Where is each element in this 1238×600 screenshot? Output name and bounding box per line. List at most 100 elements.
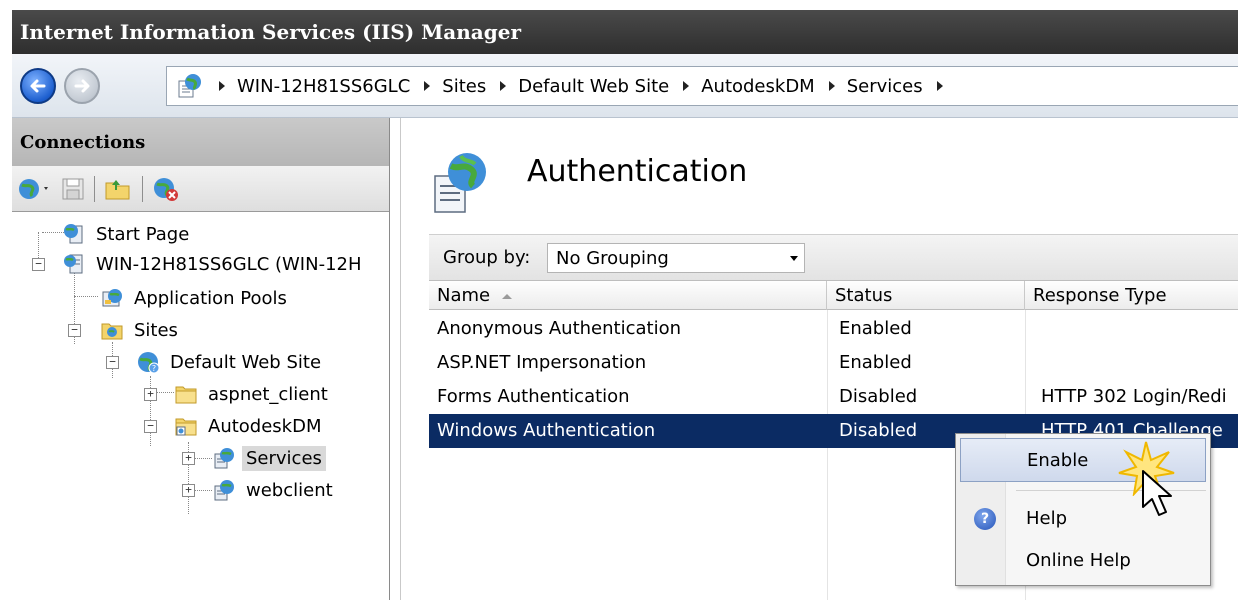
toolbar-divider xyxy=(94,176,95,202)
cell-name: Forms Authentication xyxy=(437,386,630,407)
cell-status: Enabled xyxy=(839,352,912,373)
cell-name: ASP.NET Impersonation xyxy=(437,352,647,373)
address-bar[interactable]: WIN-12H81SS6GLC Sites Default Web Site A… xyxy=(166,66,1238,106)
breadcrumb-separator-icon[interactable] xyxy=(683,81,690,91)
expand-toggle-icon[interactable]: + xyxy=(182,484,195,497)
disconnect-icon[interactable] xyxy=(152,176,182,202)
tree-connector xyxy=(156,392,174,393)
breadcrumb-item[interactable]: Sites xyxy=(442,76,486,97)
cell-name: Windows Authentication xyxy=(437,420,656,441)
group-by-value: No Grouping xyxy=(556,248,669,269)
breadcrumb-separator-icon[interactable] xyxy=(828,81,835,91)
tree-item-application-pools[interactable]: Application Pools xyxy=(100,282,291,314)
globe-icon: ? xyxy=(138,352,160,374)
breadcrumb-separator-icon[interactable] xyxy=(500,81,507,91)
tree-item-label: Services xyxy=(242,445,326,471)
menu-separator xyxy=(1016,490,1206,491)
connections-header: Connections xyxy=(12,118,389,166)
breadcrumb-item[interactable]: AutodeskDM xyxy=(701,76,814,97)
window-title-bar: Internet Information Services (IIS) Mana… xyxy=(12,10,1238,54)
web-page-globe-icon xyxy=(178,74,201,98)
breadcrumb-item[interactable]: Services xyxy=(847,76,923,97)
menu-item-label: Enable xyxy=(1027,450,1089,471)
sort-ascending-icon xyxy=(502,293,513,299)
tree-connector xyxy=(194,458,212,459)
group-by-bar: Group by: No Grouping xyxy=(429,234,1238,280)
table-row[interactable]: Forms Authentication Disabled HTTP 302 L… xyxy=(429,380,1238,414)
cell-response-type xyxy=(1033,346,1238,380)
web-app-icon xyxy=(214,448,234,469)
authentication-icon xyxy=(434,153,486,213)
tree-connector xyxy=(74,296,98,297)
cell-name: Anonymous Authentication xyxy=(437,318,681,339)
collapse-toggle-icon[interactable]: − xyxy=(144,420,157,433)
column-header-label: Response Type xyxy=(1033,285,1167,306)
start-page-icon xyxy=(64,224,83,244)
tree-item-services[interactable]: Services xyxy=(212,442,326,474)
tree-item-label: AutodeskDM xyxy=(208,415,322,437)
window-title: Internet Information Services (IIS) Mana… xyxy=(20,20,521,44)
tree-item-start-page[interactable]: Start Page xyxy=(62,218,193,250)
navigation-bar: WIN-12H81SS6GLC Sites Default Web Site A… xyxy=(12,54,1238,118)
tree-item-label: aspnet_client xyxy=(208,383,328,405)
connections-title: Connections xyxy=(20,132,146,153)
expand-toggle-icon[interactable]: + xyxy=(182,452,195,465)
collapse-toggle-icon[interactable]: − xyxy=(32,258,45,271)
cell-status: Enabled xyxy=(839,318,912,339)
toolbar-divider xyxy=(142,176,143,202)
table-header: Name Status Response Type xyxy=(429,280,1238,310)
chevron-down-icon[interactable] xyxy=(790,256,798,261)
connections-tree: Start Page − WIN-12H81SS6GLC (WIN-12H Ap… xyxy=(12,216,390,600)
breadcrumb-separator-icon[interactable] xyxy=(936,81,943,91)
tree-item-sites[interactable]: Sites xyxy=(100,314,182,346)
tree-item-label: Start Page xyxy=(96,223,190,245)
collapse-toggle-icon[interactable]: − xyxy=(68,324,81,337)
cell-response-type xyxy=(1033,312,1238,346)
column-header-label: Name xyxy=(437,285,491,306)
tree-item-label: webclient xyxy=(246,479,333,501)
tree-item-label: Application Pools xyxy=(134,287,287,309)
tree-item-label: Sites xyxy=(134,319,178,341)
folder-icon xyxy=(175,386,197,404)
page-title: Authentication xyxy=(527,154,748,189)
table-row[interactable]: Anonymous Authentication Enabled xyxy=(429,312,1238,346)
column-header-response-type[interactable]: Response Type xyxy=(1025,281,1238,310)
tree-item-webclient[interactable]: webclient xyxy=(212,474,337,506)
tree-connector xyxy=(194,490,212,491)
tree-item-server[interactable]: WIN-12H81SS6GLC (WIN-12H xyxy=(62,248,366,280)
server-icon xyxy=(64,254,83,274)
svg-text:?: ? xyxy=(152,364,156,373)
expand-toggle-icon[interactable]: + xyxy=(144,388,157,401)
folder-icon[interactable] xyxy=(104,176,132,202)
breadcrumb: WIN-12H81SS6GLC Sites Default Web Site A… xyxy=(219,67,955,105)
group-by-dropdown[interactable]: No Grouping xyxy=(547,243,805,273)
column-header-status[interactable]: Status xyxy=(827,281,1025,310)
web-app-icon xyxy=(214,480,234,501)
table-row[interactable]: ASP.NET Impersonation Enabled xyxy=(429,346,1238,380)
menu-item-online-help[interactable]: Online Help xyxy=(960,538,1206,582)
column-header-label: Status xyxy=(835,285,893,306)
tree-item-autodeskdm[interactable]: AutodeskDM xyxy=(174,410,325,442)
tree-item-default-web-site[interactable]: ? Default Web Site xyxy=(136,346,325,378)
forward-arrow-icon[interactable] xyxy=(64,68,100,104)
collapse-toggle-icon[interactable]: − xyxy=(106,356,119,369)
breadcrumb-item[interactable]: WIN-12H81SS6GLC xyxy=(237,76,410,97)
cell-response-type: HTTP 302 Login/Redi xyxy=(1041,386,1227,407)
back-arrow-icon[interactable] xyxy=(20,68,56,104)
sites-folder-icon xyxy=(101,323,123,340)
tree-item-label: WIN-12H81SS6GLC (WIN-12H xyxy=(96,253,362,275)
tree-connector xyxy=(42,232,64,233)
menu-item-label: Help xyxy=(1026,508,1068,529)
help-icon: ? xyxy=(974,508,996,530)
cell-status: Disabled xyxy=(839,386,918,407)
breadcrumb-separator-icon[interactable] xyxy=(219,81,225,91)
column-header-name[interactable]: Name xyxy=(429,281,827,310)
globe-connect-icon[interactable] xyxy=(18,176,52,202)
breadcrumb-separator-icon[interactable] xyxy=(424,81,431,91)
group-by-label: Group by: xyxy=(443,247,531,268)
save-icon[interactable] xyxy=(60,176,86,202)
breadcrumb-item[interactable]: Default Web Site xyxy=(518,76,669,97)
tree-item-aspnet-client[interactable]: aspnet_client xyxy=(174,378,332,410)
tree-item-label: Default Web Site xyxy=(170,351,322,373)
app-pools-icon xyxy=(102,289,122,307)
